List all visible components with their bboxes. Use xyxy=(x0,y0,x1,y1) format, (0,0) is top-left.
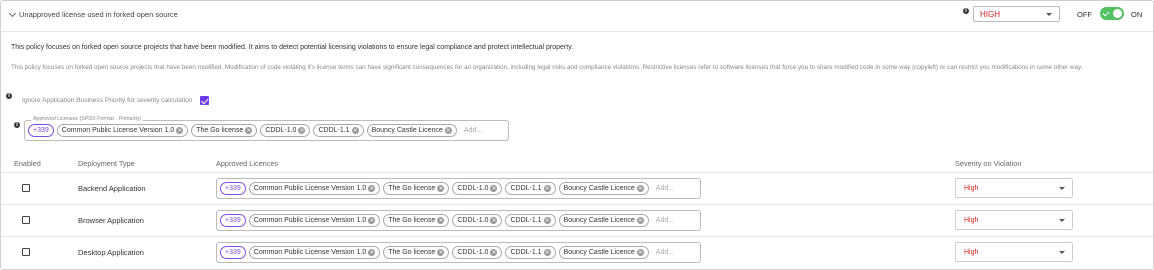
license-chip[interactable]: The Go license × xyxy=(383,246,450,259)
add-license-input[interactable]: Add... xyxy=(656,185,674,192)
license-chip-list: +339 Common Public License Version 1.0 × … xyxy=(220,182,674,195)
license-chip[interactable]: The Go license × xyxy=(191,124,258,137)
remove-icon[interactable]: × xyxy=(636,217,644,224)
deployment-type-label: Desktop Application xyxy=(78,248,144,257)
license-chip[interactable]: Bouncy Castle Licence × xyxy=(558,182,649,195)
row-enabled-checkbox[interactable] xyxy=(22,184,30,192)
caret-down-icon xyxy=(1059,251,1065,254)
license-chip[interactable]: CDDL-1.0 × xyxy=(452,182,503,195)
license-chip[interactable]: CDDL-1.1 × xyxy=(505,246,556,259)
remove-icon[interactable]: × xyxy=(351,127,359,134)
license-chip[interactable]: CDDL-1.0 × xyxy=(452,214,503,227)
row-severity-select[interactable]: High xyxy=(955,210,1073,230)
license-count-chip[interactable]: +339 xyxy=(220,246,246,259)
row-enabled-checkbox[interactable] xyxy=(22,216,30,224)
license-chip[interactable]: Common Public License Version 1.0 × xyxy=(56,124,189,137)
remove-icon[interactable]: × xyxy=(636,249,644,256)
license-chip[interactable]: CDDL-1.1 × xyxy=(505,182,556,195)
deployment-type-label: Browser Application xyxy=(78,216,144,225)
row-severity-select[interactable]: High xyxy=(955,178,1073,198)
remove-icon[interactable]: × xyxy=(490,249,498,256)
license-chip[interactable]: CDDL-1.1 × xyxy=(313,124,364,137)
license-chip[interactable]: The Go license × xyxy=(383,182,450,195)
remove-icon[interactable]: × xyxy=(543,217,551,224)
remove-icon[interactable]: × xyxy=(437,217,445,224)
remove-icon[interactable]: × xyxy=(490,185,498,192)
remove-icon[interactable]: × xyxy=(543,249,551,256)
row-licenses-field[interactable]: +339 Common Public License Version 1.0 × … xyxy=(216,242,701,263)
license-chip[interactable]: Common Public License Version 1.0 × xyxy=(248,182,381,195)
row-severity-value: High xyxy=(964,249,979,256)
license-chip[interactable]: The Go license × xyxy=(383,214,450,227)
column-header-deployment-type: Deployment Type xyxy=(78,159,135,168)
column-header-severity: Severity on Violation xyxy=(955,159,1022,168)
approved-licenses-legend: Approved Licenses (SPDX Format - Primari… xyxy=(31,116,144,122)
license-chip-list: +339 Common Public License Version 1.0 × … xyxy=(28,124,482,137)
license-chip[interactable]: Bouncy Castle Licence × xyxy=(558,214,649,227)
license-chip[interactable]: Common Public License Version 1.0 × xyxy=(248,214,381,227)
remove-icon[interactable]: × xyxy=(368,185,376,192)
row-severity-value: High xyxy=(964,185,979,192)
ignore-priority-label: Ignore Application Business Priority for… xyxy=(22,97,193,104)
remove-icon[interactable]: × xyxy=(444,127,452,134)
table-divider xyxy=(1,172,1153,173)
policy-title: Unapproved license used in forked open s… xyxy=(19,10,178,19)
ignore-priority-checkbox[interactable] xyxy=(200,96,210,105)
info-icon[interactable]: i xyxy=(963,8,969,14)
add-license-input[interactable]: Add... xyxy=(656,249,674,256)
column-header-enabled: Enabled xyxy=(14,159,41,168)
policy-header[interactable]: Unapproved license used in forked open s… xyxy=(8,9,178,19)
caret-down-icon xyxy=(1059,187,1065,190)
remove-icon[interactable]: × xyxy=(368,217,376,224)
approved-licenses-field[interactable]: Approved Licenses (SPDX Format - Primari… xyxy=(24,116,509,141)
add-license-input[interactable]: Add... xyxy=(464,127,482,134)
license-chip[interactable]: CDDL-1.0 × xyxy=(260,124,311,137)
policy-description-detail: This policy focuses on forked open sourc… xyxy=(11,64,1083,71)
toggle-on-label: ON xyxy=(1131,10,1143,19)
info-icon[interactable]: i xyxy=(14,122,20,128)
check-icon xyxy=(1102,8,1110,17)
info-icon[interactable]: i xyxy=(6,92,12,99)
row-licenses-field[interactable]: +339 Common Public License Version 1.0 × … xyxy=(216,178,701,199)
remove-icon[interactable]: × xyxy=(176,127,184,134)
remove-icon[interactable]: × xyxy=(437,185,445,192)
remove-icon[interactable]: × xyxy=(245,127,253,134)
toggle-knob xyxy=(1113,9,1122,18)
remove-icon[interactable]: × xyxy=(543,185,551,192)
license-chip[interactable]: Common Public License Version 1.0 × xyxy=(248,246,381,259)
license-chip[interactable]: CDDL-1.0 × xyxy=(452,246,503,259)
remove-icon[interactable]: × xyxy=(437,249,445,256)
license-count-chip[interactable]: +339 xyxy=(28,124,54,137)
chevron-down-icon[interactable] xyxy=(8,9,17,17)
row-severity-value: High xyxy=(964,217,979,224)
column-header-approved-licences: Approved Licences xyxy=(216,159,279,168)
license-count-chip[interactable]: +339 xyxy=(220,182,246,195)
add-license-input[interactable]: Add... xyxy=(656,217,674,224)
row-divider xyxy=(1,204,1153,205)
remove-icon[interactable]: × xyxy=(636,185,644,192)
row-enabled-checkbox[interactable] xyxy=(22,248,30,256)
caret-down-icon xyxy=(1046,13,1052,16)
license-chip[interactable]: Bouncy Castle Licence × xyxy=(558,246,649,259)
policy-severity-select[interactable]: HIGH xyxy=(973,6,1060,22)
license-count-chip[interactable]: +339 xyxy=(220,214,246,227)
row-licenses-field[interactable]: +339 Common Public License Version 1.0 × … xyxy=(216,210,701,231)
policy-description: This policy focuses on forked open sourc… xyxy=(11,44,574,51)
ignore-priority-row: i Ignore Application Business Priority f… xyxy=(6,88,210,105)
row-divider xyxy=(1,236,1153,237)
header-divider xyxy=(1,31,1153,32)
remove-icon[interactable]: × xyxy=(298,127,306,134)
caret-down-icon xyxy=(1059,219,1065,222)
toggle-off-label: OFF xyxy=(1077,10,1092,19)
policy-severity-value: HIGH xyxy=(980,10,1000,19)
row-severity-select[interactable]: High xyxy=(955,242,1073,262)
license-chip[interactable]: Bouncy Castle Licence × xyxy=(366,124,457,137)
deployment-type-label: Backend Application xyxy=(78,184,146,193)
license-chip-list: +339 Common Public License Version 1.0 × … xyxy=(220,214,674,227)
remove-icon[interactable]: × xyxy=(368,249,376,256)
license-chip[interactable]: CDDL-1.1 × xyxy=(505,214,556,227)
policy-toggle[interactable] xyxy=(1100,7,1124,20)
license-chip-list: +339 Common Public License Version 1.0 × … xyxy=(220,246,674,259)
remove-icon[interactable]: × xyxy=(490,217,498,224)
